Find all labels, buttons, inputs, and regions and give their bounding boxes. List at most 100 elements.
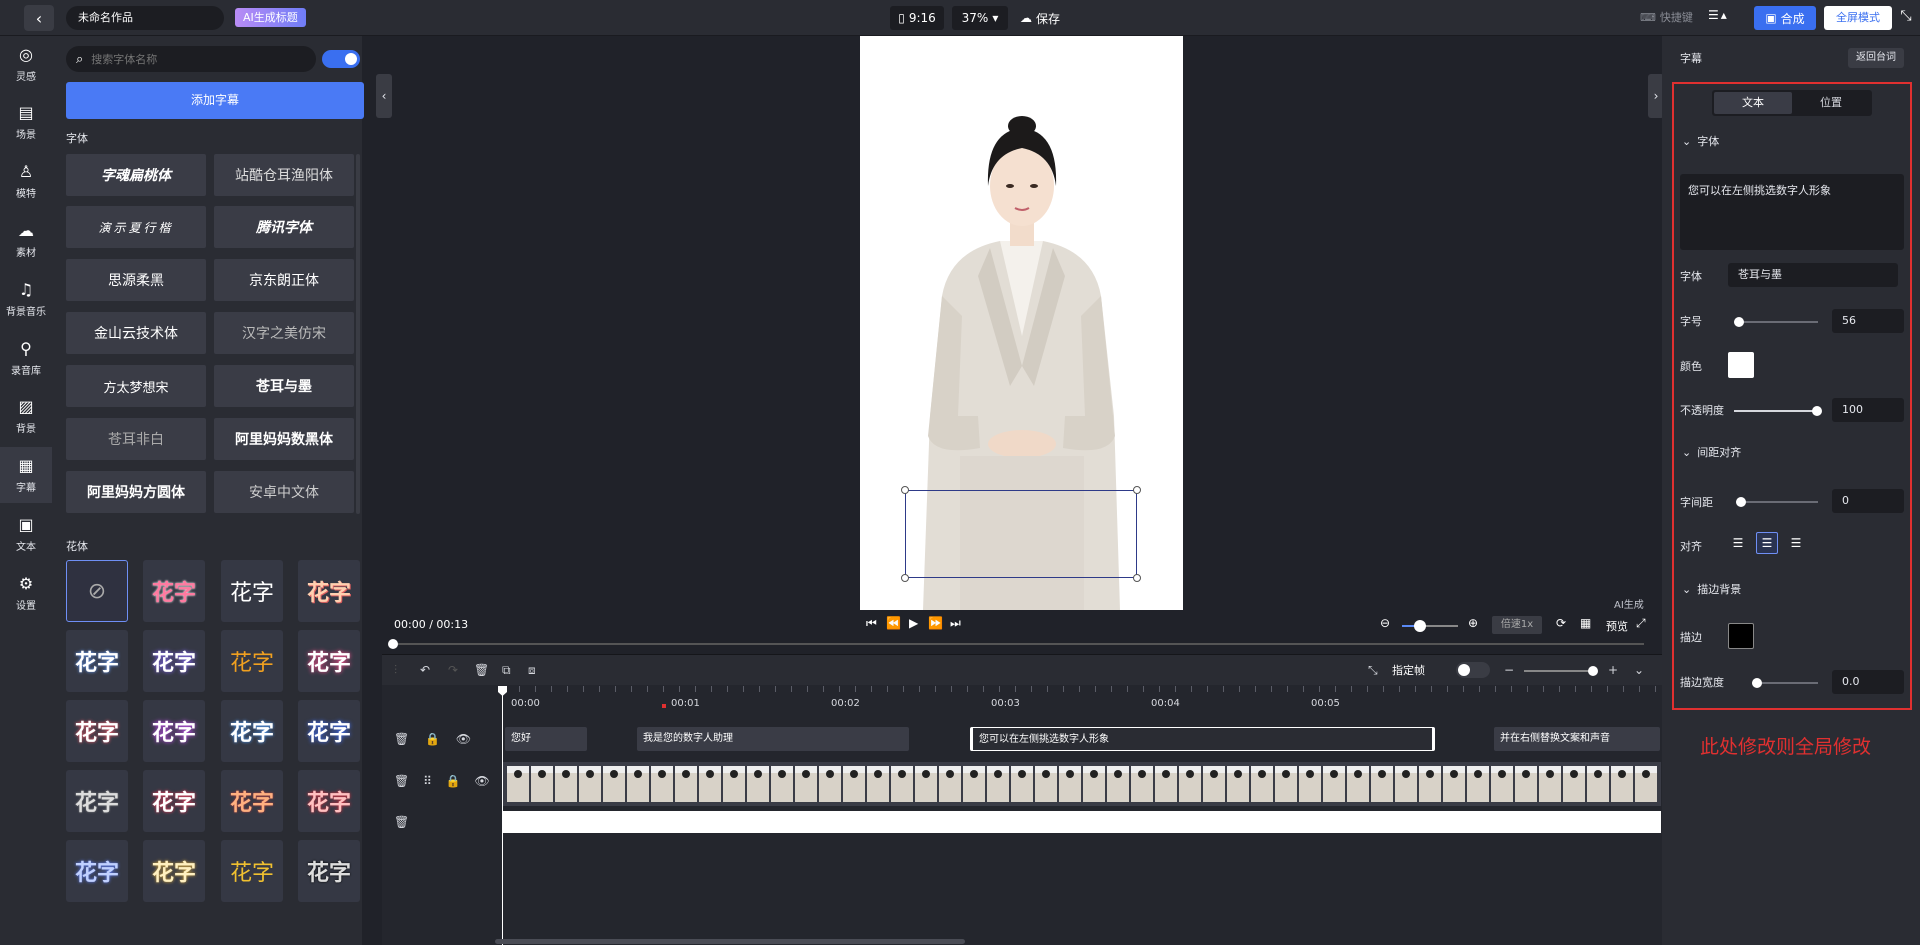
nav-material[interactable]: ☁ 素材 — [0, 212, 52, 268]
loop-icon[interactable]: ⟳ — [1556, 616, 1566, 630]
nav-scene[interactable]: ▤ 场景 — [0, 94, 52, 150]
play-icon[interactable]: ▶ — [909, 616, 918, 630]
stroke-color-swatch[interactable] — [1728, 623, 1754, 649]
collapse-timeline-icon[interactable]: ⌄ — [1634, 663, 1644, 677]
plus-icon[interactable]: + — [1608, 663, 1618, 677]
back-button[interactable]: ‹ — [24, 5, 54, 31]
flower-style[interactable]: 花字 — [143, 630, 205, 692]
timeline-scrollbar[interactable] — [495, 939, 965, 944]
tab-position[interactable]: 位置 — [1792, 92, 1870, 114]
lock-icon[interactable]: 🔒 — [446, 774, 461, 788]
aspect-ratio-select[interactable]: ▯ 9:16 — [890, 6, 944, 30]
opacity-slider[interactable] — [1734, 406, 1822, 416]
text-color-swatch[interactable] — [1728, 352, 1754, 378]
resize-handle[interactable] — [1133, 486, 1141, 494]
font-item[interactable]: 京东朗正体 — [214, 259, 354, 301]
flower-style[interactable]: 花字 — [66, 630, 128, 692]
nav-settings[interactable]: ⚙ 设置 — [0, 565, 52, 621]
skip-end-icon[interactable]: ⏭ — [950, 616, 961, 631]
font-item[interactable]: 阿里妈妈方圆体 — [66, 471, 206, 513]
flower-style[interactable]: 花字 — [66, 770, 128, 832]
speed-select[interactable]: 倍速1x — [1492, 616, 1542, 634]
shortcuts-button[interactable]: ⌨ 快捷键 — [1640, 9, 1693, 25]
flower-style[interactable]: 花字 — [66, 840, 128, 902]
keyframe-label[interactable]: 指定帧 — [1392, 662, 1425, 678]
compose-button[interactable]: ▣ 合成 — [1754, 6, 1816, 30]
fullscreen-button[interactable]: 全屏模式 — [1824, 6, 1892, 30]
flower-style[interactable]: 花字 — [143, 560, 205, 622]
font-item[interactable]: 站酷仓耳渔阳体 — [214, 154, 354, 196]
rewind-icon[interactable]: ⏪ — [886, 616, 901, 630]
font-item[interactable]: 方太梦想宋 — [66, 365, 206, 407]
delete-icon[interactable]: 🗑 — [394, 732, 409, 746]
playback-scrubber[interactable] — [388, 639, 398, 649]
size-slider[interactable] — [1734, 317, 1818, 327]
stroke-width-slider[interactable] — [1752, 678, 1818, 688]
flower-style[interactable]: 花字 — [298, 700, 360, 762]
caption-clip[interactable]: 您好 — [505, 727, 587, 751]
drag-handle-icon[interactable]: ⠿ — [423, 774, 432, 788]
stroke-section-header[interactable]: ⌄ 描边背景 — [1682, 581, 1741, 597]
exit-fullscreen-icon[interactable]: ⤡ — [1896, 8, 1916, 28]
flower-style[interactable]: 花字 — [298, 630, 360, 692]
tab-text[interactable]: 文本 — [1714, 92, 1792, 114]
resize-handle[interactable] — [1133, 574, 1141, 582]
resize-handle[interactable] — [901, 574, 909, 582]
font-item[interactable]: 金山云技术体 — [66, 312, 206, 354]
delete-icon[interactable]: 🗑 — [394, 815, 409, 829]
flower-style[interactable]: 花字 — [298, 560, 360, 622]
nav-music[interactable]: ♫ 背景音乐 — [0, 271, 52, 327]
font-scrollbar[interactable] — [356, 154, 360, 514]
font-item[interactable]: 思源柔黑 — [66, 259, 206, 301]
align-center-button[interactable]: ☰ — [1756, 532, 1778, 554]
font-item[interactable]: 汉字之美仿宋 — [214, 312, 354, 354]
copy-icon[interactable]: ⧉ — [502, 663, 511, 678]
flower-style[interactable]: 花字 — [143, 840, 205, 902]
lock-icon[interactable]: 🔒 — [425, 732, 440, 746]
flower-style[interactable]: 花字 — [221, 560, 283, 622]
zoom-select[interactable]: 37% ▾ — [952, 6, 1008, 30]
nav-inspiration[interactable]: ◎ 灵感 — [0, 36, 52, 92]
font-search[interactable]: ⌕ — [66, 46, 316, 72]
stroke-width-input[interactable]: 0.0 — [1832, 670, 1904, 694]
spacing-section-header[interactable]: ⌄ 间距对齐 — [1682, 444, 1741, 460]
zoom-out-icon[interactable]: ⊖ — [1380, 616, 1390, 630]
playback-progress[interactable] — [394, 643, 1644, 645]
caption-clip[interactable]: 并在右侧替换文案和声音 — [1494, 727, 1660, 751]
preview-zoom-slider[interactable] — [1402, 620, 1458, 632]
preview-button[interactable]: 预览 — [1606, 618, 1628, 634]
zoom-in-icon[interactable]: ⊕ — [1468, 616, 1478, 630]
eye-icon[interactable]: 👁 — [474, 774, 489, 788]
delete-icon[interactable]: 🗑 — [394, 774, 409, 788]
font-select[interactable]: 苍耳与墨 — [1728, 263, 1898, 287]
opacity-input[interactable]: 100 — [1832, 398, 1904, 422]
collapse-left-panel[interactable]: ‹ — [376, 74, 392, 118]
playhead[interactable] — [502, 686, 503, 945]
split-icon[interactable]: ⫶ — [394, 663, 397, 678]
replace-icon[interactable]: ⧈ — [528, 663, 536, 678]
nav-subtitle[interactable]: ▦ 字幕 — [0, 447, 52, 503]
ai-title-button[interactable]: AI生成标题 — [235, 8, 306, 27]
flower-style[interactable]: 花字 — [298, 840, 360, 902]
grid-icon[interactable]: ▦ — [1580, 616, 1591, 630]
keyframe-toggle[interactable] — [1456, 662, 1490, 678]
caption-clip-selected[interactable]: 您可以在左侧挑选数字人形象 — [970, 727, 1435, 751]
nav-model[interactable]: ♙ 模特 — [0, 153, 52, 209]
letter-spacing-input[interactable]: 0 — [1832, 489, 1904, 513]
size-input[interactable]: 56 — [1832, 309, 1904, 333]
align-right-button[interactable]: ☰ — [1785, 532, 1807, 554]
font-item[interactable]: 演示夏行楷 — [66, 206, 206, 248]
caption-clip[interactable]: 我是您的数字人助理 — [637, 727, 909, 751]
return-lines-button[interactable]: 返回台词 — [1848, 48, 1904, 68]
font-toggle[interactable] — [322, 50, 360, 68]
nav-text[interactable]: ▣ 文本 — [0, 506, 52, 562]
delete-icon[interactable]: 🗑 — [474, 663, 489, 677]
add-subtitle-button[interactable]: 添加字幕 — [66, 82, 364, 119]
font-item[interactable]: 苍耳与墨 — [214, 365, 354, 407]
flower-none[interactable]: ⊘ — [66, 560, 128, 622]
flower-style[interactable]: 花字 — [298, 770, 360, 832]
undo-icon[interactable]: ↶ — [420, 663, 430, 677]
flower-style[interactable]: 花字 — [221, 840, 283, 902]
flower-style[interactable]: 花字 — [66, 700, 128, 762]
flower-style[interactable]: 花字 — [221, 630, 283, 692]
